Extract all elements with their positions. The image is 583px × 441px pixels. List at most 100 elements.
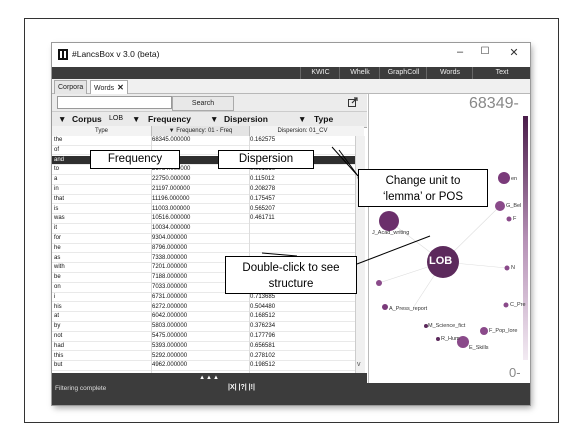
cell-frequency: 7338.000000 (152, 254, 188, 261)
dispersion-column-label: Dispersion (224, 114, 268, 124)
callout-double-click: Double-click to see structure (225, 256, 357, 294)
table-row[interactable]: his 6272.000000 0.504480 (52, 303, 355, 313)
status-text: Filtering complete (55, 385, 107, 392)
app-window: #LancsBox v 3.0 (beta) – ☐ ✕ KWIC Whelk … (52, 43, 530, 405)
cell-dispersion: 0.713685 (250, 293, 276, 300)
menu-kwic[interactable]: KWIC (300, 67, 340, 79)
cell-frequency: 6272.000000 (152, 303, 188, 310)
type-header[interactable]: Type (52, 126, 152, 136)
expand-bar[interactable]: ▲▲▲ (52, 373, 367, 383)
menu-graphcoll[interactable]: GraphColl (379, 67, 427, 79)
table-row[interactable]: the 68345.000000 0.162575 (52, 136, 355, 146)
cell-dispersion: 0.208278 (250, 186, 276, 192)
node-pop-label[interactable]: F_Pop_lore (489, 328, 517, 334)
node-science-label[interactable]: M_Science_fict (428, 323, 465, 329)
status-icons[interactable]: |X| |?| |!| (228, 384, 255, 391)
tool-menubar: KWIC Whelk GraphColl Words Text (52, 67, 530, 79)
tab-close-icon[interactable]: ✕ (117, 83, 124, 92)
node-acad (379, 211, 399, 231)
callout-dispersion: Dispersion (218, 150, 314, 169)
cell-frequency: 5803.000000 (152, 323, 188, 330)
menu-text[interactable]: Text (472, 67, 530, 79)
cell-dispersion: 0.278102 (250, 352, 276, 359)
scroll-down-icon[interactable]: v (357, 361, 361, 368)
cell-frequency: 6042.000000 (152, 313, 188, 320)
tab-words[interactable]: Words ✕ (90, 80, 128, 94)
cell-type: his (54, 303, 62, 310)
table-row[interactable]: for 9304.000000 (52, 234, 355, 244)
frequency-header[interactable]: ▼ Frequency: 01 - Freq (152, 126, 250, 136)
corpus-value: LOB (109, 115, 124, 122)
table-row[interactable]: at 6042.000000 0.168512 (52, 312, 355, 322)
word-table: the 68345.000000 0.162575 of and to 26784.0000… (52, 136, 355, 373)
table-row[interactable]: that 11196.000000 0.175457 (52, 195, 355, 205)
node-skills-label[interactable]: E_Skills (469, 345, 489, 351)
cell-type: was (54, 215, 65, 222)
cell-frequency: 5393.000000 (152, 342, 188, 349)
cell-type: in (54, 186, 59, 192)
title-bar: #LancsBox v 3.0 (beta) – ☐ ✕ (52, 43, 530, 67)
cell-dispersion: 0.461711 (250, 215, 275, 222)
table-row[interactable]: this 5292.000000 0.278102 (52, 352, 355, 362)
corpus-dropdown-icon[interactable]: ▼ (58, 114, 66, 124)
menu-words[interactable]: Words (426, 67, 473, 79)
table-row[interactable]: i 6731.000000 0.713685 (52, 293, 355, 303)
minimize-button[interactable]: – (450, 46, 470, 58)
cell-frequency: 5475.000000 (152, 333, 188, 339)
cell-type: had (54, 342, 65, 349)
node-lob-label[interactable]: LOB (429, 255, 452, 267)
callout-change-unit: Change unit to ‘lemma’ or POS (358, 169, 488, 207)
cell-frequency: 10034.000000 (152, 225, 191, 232)
node-cpre (503, 302, 509, 308)
search-input[interactable] (57, 96, 172, 109)
node-hum-label[interactable]: R_Hum (441, 336, 460, 342)
table-row[interactable]: is 11003.000000 0.565207 (52, 205, 355, 215)
node-en-label[interactable]: en (511, 176, 517, 182)
cell-dispersion: 0.168512 (250, 313, 276, 320)
table-row[interactable]: but 4962.000000 0.198512 (52, 361, 355, 371)
table-row[interactable]: not 5475.000000 0.177796 (52, 332, 355, 342)
table-row[interactable]: it 10034.000000 (52, 224, 355, 234)
type-dropdown-icon[interactable]: ▼ (298, 114, 306, 124)
cell-type: of (54, 146, 60, 153)
cell-dispersion: 0.565207 (250, 205, 276, 212)
node-f (506, 216, 512, 222)
node-gbel-label[interactable]: G_Bel (506, 203, 521, 209)
table-row[interactable]: by 5803.000000 0.376234 (52, 322, 355, 332)
table-row[interactable]: had 5393.000000 0.656581 (52, 342, 355, 352)
table-row[interactable]: he 8796.000000 (52, 244, 355, 254)
close-window-button[interactable]: ✕ (504, 46, 524, 59)
cell-dispersion: 0.656581 (250, 342, 276, 349)
table-row[interactable]: a 22750.000000 0.115012 (52, 175, 355, 185)
node-acad-label[interactable]: J_Acad_writing (372, 230, 409, 236)
cell-type: not (54, 333, 63, 339)
node-n-label[interactable]: N (511, 265, 515, 271)
lancsbox-logo-icon (58, 49, 68, 60)
cell-type: this (54, 352, 64, 359)
cell-type: as (54, 254, 61, 261)
frequency-dropdown-icon[interactable]: ▼ (132, 114, 140, 124)
menu-whelk[interactable]: Whelk (339, 67, 380, 79)
type-column-label: Type (314, 114, 334, 124)
node-cpre-label[interactable]: C_Pre (510, 302, 526, 308)
dispersion-header[interactable]: Dispersion: 01_CV (250, 126, 355, 136)
node-f-label[interactable]: F (513, 216, 516, 222)
maximize-button[interactable]: ☐ (475, 46, 495, 57)
node-press-label[interactable]: A_Press_report (389, 306, 427, 312)
tab-corpora-label: Corpora (58, 84, 84, 91)
cell-frequency: 21197.000000 (152, 186, 190, 192)
cell-type: to (54, 166, 60, 173)
cell-frequency: 6731.000000 (152, 293, 188, 300)
node-gbel (495, 201, 505, 211)
cell-type: at (54, 313, 60, 320)
cell-frequency: 11196.000000 (152, 195, 190, 202)
table-row[interactable]: in 21197.000000 0.208278 (52, 185, 355, 195)
cell-type: on (54, 284, 61, 290)
export-icon[interactable] (348, 97, 358, 107)
dispersion-dropdown-icon[interactable]: ▼ (210, 114, 218, 124)
cell-frequency: 7188.000000 (152, 274, 188, 281)
search-button[interactable]: Search (172, 96, 234, 111)
tab-corpora[interactable]: Corpora (54, 80, 88, 94)
table-row[interactable]: was 10516.000000 0.461711 (52, 214, 355, 224)
cell-dispersion: 0.504480 (250, 303, 276, 310)
